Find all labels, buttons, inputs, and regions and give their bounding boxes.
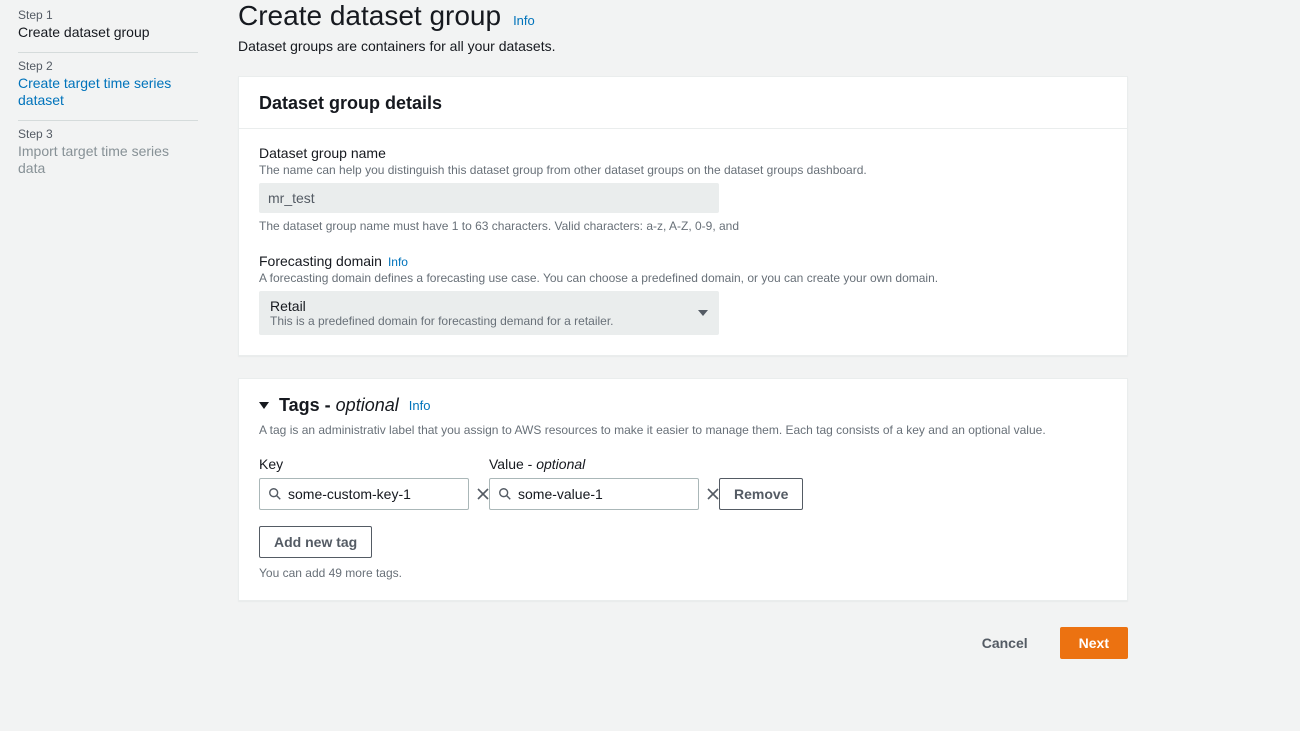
tags-description: A tag is an administrativ label that you… [259, 422, 1107, 438]
page-title: Create dataset group [238, 0, 501, 32]
close-icon [707, 488, 719, 500]
tag-key-input[interactable] [282, 486, 475, 502]
wizard-step-3[interactable]: Step 3 Import target time series data [18, 121, 198, 188]
tag-value-label: Value - optional [489, 456, 699, 472]
search-icon [268, 487, 282, 501]
field-help: A forecasting domain defines a forecasti… [259, 271, 1107, 285]
step-title: Import target time series data [18, 143, 198, 178]
dataset-group-name-input[interactable] [259, 183, 719, 213]
search-icon [498, 487, 512, 501]
wizard-step-1[interactable]: Step 1 Create dataset group [18, 2, 198, 53]
tag-value-column: Value - optional [489, 456, 699, 510]
tag-value-optional-text: optional [536, 456, 585, 472]
step-number: Step 3 [18, 127, 198, 141]
panel-title: Dataset group details [259, 93, 1107, 114]
step-number: Step 1 [18, 8, 198, 22]
tags-panel: Tags - optional Info A tag is an adminis… [238, 378, 1128, 601]
main-content: Create dataset group Info Dataset groups… [198, 0, 1128, 659]
tag-value-input[interactable] [512, 486, 705, 502]
tags-optional-text: optional [336, 395, 399, 415]
panel-header: Dataset group details [239, 77, 1127, 129]
next-button[interactable]: Next [1060, 627, 1128, 659]
dataset-group-details-panel: Dataset group details Dataset group name… [238, 76, 1128, 356]
page-title-row: Create dataset group Info [238, 0, 1128, 32]
tag-row: Key Value - optional [259, 456, 1107, 510]
forecasting-domain-select[interactable]: Retail This is a predefined domain for f… [259, 291, 719, 335]
page-description: Dataset groups are containers for all yo… [238, 38, 1128, 54]
field-help: The name can help you distinguish this d… [259, 163, 1107, 177]
cancel-button[interactable]: Cancel [964, 627, 1046, 659]
chevron-down-icon [259, 402, 269, 409]
tags-remaining-text: You can add 49 more tags. [259, 566, 1107, 580]
tag-key-column: Key [259, 456, 469, 510]
tags-header-row[interactable]: Tags - optional Info [259, 395, 1107, 416]
step-title: Create target time series dataset [18, 75, 198, 110]
field-label: Dataset group name [259, 145, 1107, 161]
step-number: Step 2 [18, 59, 198, 73]
forecasting-domain-field: Forecasting domain Info A forecasting do… [259, 253, 1107, 335]
tag-value-label-text: Value - [489, 456, 536, 472]
select-description: This is a predefined domain for forecast… [270, 314, 614, 328]
field-label: Forecasting domain [259, 253, 382, 269]
wizard-step-2[interactable]: Step 2 Create target time series dataset [18, 53, 198, 121]
dataset-group-name-field: Dataset group name The name can help you… [259, 145, 1107, 233]
close-icon [477, 488, 489, 500]
tag-value-input-wrapper [489, 478, 699, 510]
step-title: Create dataset group [18, 24, 198, 42]
select-value: Retail [270, 298, 614, 314]
tag-key-input-wrapper [259, 478, 469, 510]
footer-actions: Cancel Next [238, 627, 1128, 659]
tags-title-text: Tags - [279, 395, 336, 415]
remove-tag-button[interactable]: Remove [719, 478, 803, 510]
info-link[interactable]: Info [513, 13, 535, 28]
field-hint: The dataset group name must have 1 to 63… [259, 219, 1107, 233]
tag-key-label: Key [259, 456, 469, 472]
panel-title: Tags - optional [279, 395, 399, 416]
info-link[interactable]: Info [388, 255, 408, 269]
info-link[interactable]: Info [409, 398, 431, 413]
wizard-steps: Step 1 Create dataset group Step 2 Creat… [18, 0, 198, 659]
add-tag-button[interactable]: Add new tag [259, 526, 372, 558]
chevron-down-icon [698, 310, 708, 316]
